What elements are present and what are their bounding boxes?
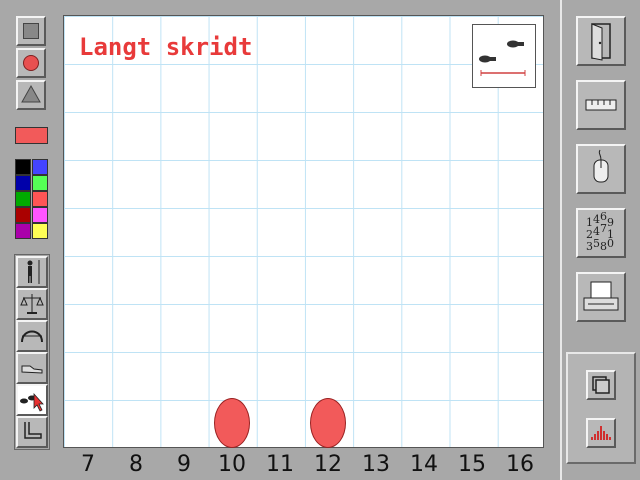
height-person-icon [27,260,40,284]
x-tick: 9 [177,452,191,477]
window-mode-button[interactable] [586,370,616,400]
color-black[interactable] [15,159,31,175]
left-toolbar [0,0,60,480]
tool-weight-button[interactable] [16,288,48,320]
shoe-icon [21,365,43,374]
current-color-swatch [15,127,48,144]
color-dark-blue[interactable] [15,175,31,191]
color-yellow[interactable] [32,223,48,239]
shape-triangle-button[interactable] [16,80,46,110]
exit-button[interactable] [576,16,626,66]
color-pink[interactable] [32,207,48,223]
door-exit-icon [591,23,611,61]
print-button[interactable] [576,272,626,322]
triangle-icon [21,84,41,103]
shape-circle-button[interactable] [16,48,46,78]
circle-icon [23,55,39,71]
tool-footsteps-button[interactable] [16,384,48,416]
color-light-red[interactable] [32,191,48,207]
svg-text:5: 5 [593,237,600,250]
tool-foot-button[interactable] [16,416,48,448]
step-length-icon [479,40,526,76]
x-tick: 8 [129,452,143,477]
mouse-button[interactable] [576,144,626,194]
tool-height-button[interactable] [16,256,48,288]
x-axis: 7 8 9 10 11 12 13 14 15 16 [64,448,544,480]
x-tick: 10 [218,452,246,477]
histogram-button[interactable] [586,418,616,448]
footprint-2[interactable] [310,398,346,448]
head-icon [21,330,43,343]
x-tick: 12 [314,452,342,477]
tool-shoe-button[interactable] [16,352,48,384]
svg-text:8: 8 [600,240,607,253]
windows-icon [592,376,610,394]
x-tick: 15 [458,452,486,477]
foot-icon [24,422,42,439]
scale-icon [20,294,44,314]
color-light-green[interactable] [32,175,48,191]
tool-head-button[interactable] [16,320,48,352]
x-tick: 16 [506,452,534,477]
square-icon [23,23,39,39]
numbers-button[interactable]: 14 69 24 71 35 80 [576,208,626,258]
page-title: Langt skridt [79,33,253,61]
footsteps-icon [20,392,44,412]
ruler-button[interactable] [576,80,626,130]
mouse-icon [593,149,609,183]
svg-text:7: 7 [600,222,607,235]
svg-text:0: 0 [607,237,614,250]
numbers-icon: 14 69 24 71 35 80 [586,210,614,253]
step-legend [472,24,536,88]
ruler-icon [585,99,617,111]
x-tick: 11 [266,452,294,477]
color-blue[interactable] [32,159,48,175]
x-tick: 7 [81,452,95,477]
printer-icon [583,281,619,311]
color-purple[interactable] [15,223,31,239]
x-tick: 14 [410,452,438,477]
x-tick: 13 [362,452,390,477]
histogram-icon [591,426,611,440]
shape-square-button[interactable] [16,16,46,46]
color-green[interactable] [15,191,31,207]
color-dark-red[interactable] [15,207,31,223]
footprint-1[interactable] [214,398,250,448]
view-options-group [566,352,636,464]
svg-text:3: 3 [586,240,593,253]
